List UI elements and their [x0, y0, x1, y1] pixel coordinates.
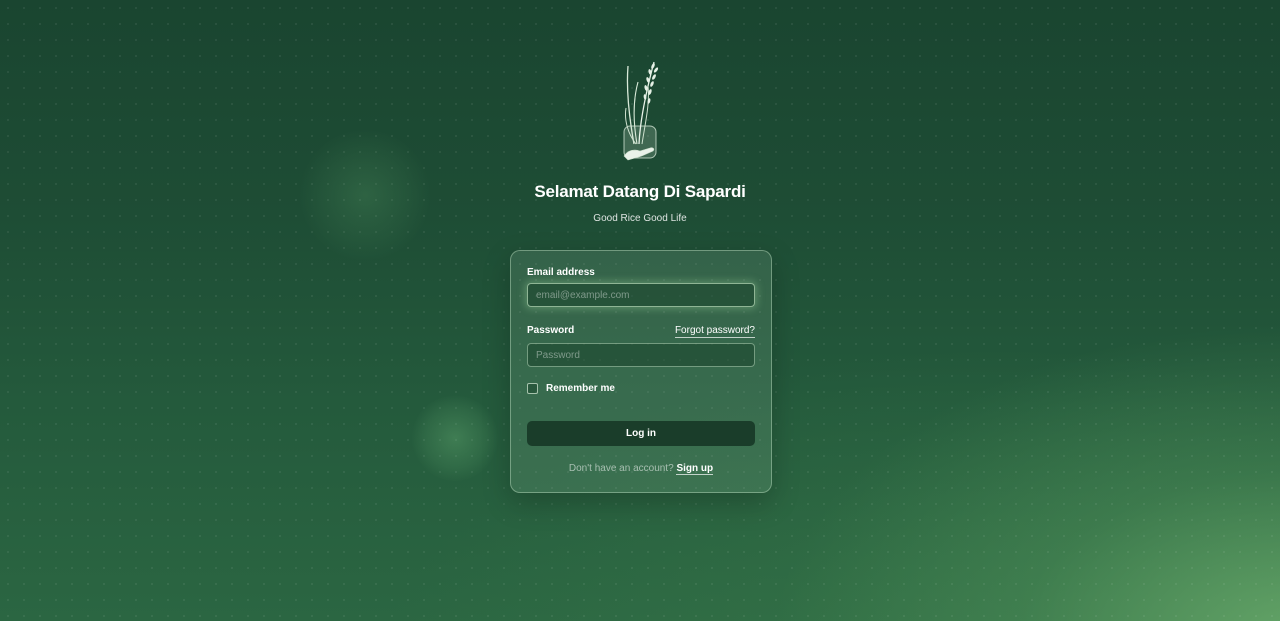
signup-link[interactable]: Sign up	[676, 463, 714, 475]
login-card: Email address Password Forgot password? …	[510, 250, 772, 493]
login-button[interactable]: Log in	[527, 421, 755, 446]
email-label: Email address	[527, 267, 595, 278]
remember-me-label[interactable]: Remember me	[546, 383, 615, 394]
signup-row: Don't have an account? Sign up	[511, 463, 771, 475]
password-field[interactable]	[527, 343, 755, 367]
remember-me-row[interactable]: Remember me	[527, 383, 615, 394]
email-field[interactable]	[527, 283, 755, 307]
rice-plant-in-hand-icon	[623, 61, 659, 161]
page-title: Selamat Datang Di Sapardi	[534, 182, 746, 201]
background-glow-orb	[412, 395, 498, 481]
signup-prompt: Don't have an account?	[568, 463, 677, 474]
password-label: Password	[527, 325, 575, 336]
forgot-password-link[interactable]: Forgot password?	[674, 325, 755, 338]
page-subtitle: Good Rice Good Life	[593, 213, 687, 224]
remember-me-checkbox[interactable]	[527, 383, 538, 394]
